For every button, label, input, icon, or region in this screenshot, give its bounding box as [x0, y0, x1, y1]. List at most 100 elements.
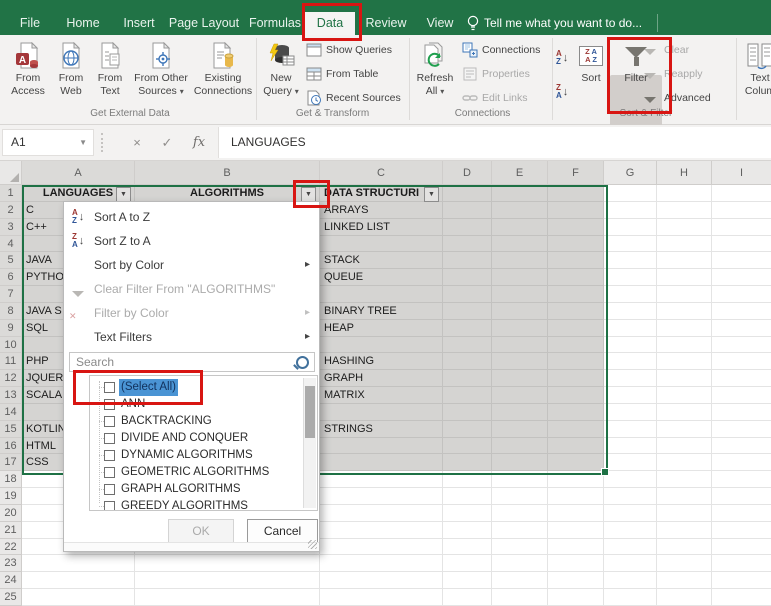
cell-H21[interactable]: [657, 521, 712, 539]
cell-F4[interactable]: [548, 235, 604, 253]
cell-F24[interactable]: [548, 572, 604, 590]
cell-G24[interactable]: [604, 572, 657, 590]
checkbox[interactable]: [104, 467, 115, 478]
cell-E16[interactable]: [492, 437, 548, 455]
cell-I1[interactable]: [712, 185, 771, 202]
cell-C7[interactable]: [320, 286, 443, 303]
cell-E15[interactable]: [492, 420, 548, 438]
cell-C14[interactable]: [320, 403, 443, 421]
cell-G18[interactable]: [604, 471, 657, 489]
cell-F1[interactable]: [548, 185, 604, 202]
cell-D20[interactable]: [443, 504, 492, 522]
column-header-D[interactable]: D: [443, 161, 492, 185]
filter-dropdown-button-B[interactable]: ▼: [301, 186, 316, 202]
cell-D5[interactable]: [443, 252, 492, 270]
cell-E5[interactable]: [492, 252, 548, 270]
cell-F17[interactable]: [548, 454, 604, 472]
cell-D4[interactable]: [443, 235, 492, 253]
cell-E17[interactable]: [492, 454, 548, 472]
cell-F25[interactable]: [548, 589, 604, 606]
cell-G5[interactable]: [604, 252, 657, 270]
cell-G4[interactable]: [604, 235, 657, 253]
cell-F15[interactable]: [548, 420, 604, 438]
cell-G17[interactable]: [604, 454, 657, 472]
cell-I6[interactable]: [712, 269, 771, 287]
row-header-19[interactable]: 19: [0, 488, 22, 505]
cell-C22[interactable]: [320, 538, 443, 556]
row-header-1[interactable]: 1: [0, 185, 22, 202]
fill-handle[interactable]: [601, 468, 609, 477]
cell-C16[interactable]: [320, 437, 443, 455]
cell-I24[interactable]: [712, 572, 771, 590]
cell-H12[interactable]: [657, 370, 712, 388]
cell-G3[interactable]: [604, 218, 657, 236]
cell-E1[interactable]: [492, 185, 548, 202]
cell-I13[interactable]: [712, 387, 771, 404]
checkbox[interactable]: [104, 433, 115, 444]
cell-G8[interactable]: [604, 302, 657, 320]
cell-D23[interactable]: [443, 555, 492, 573]
cell-F19[interactable]: [548, 488, 604, 505]
cell-D15[interactable]: [443, 420, 492, 438]
cell-D7[interactable]: [443, 286, 492, 303]
cell-H5[interactable]: [657, 252, 712, 270]
filter-list-item-5[interactable]: GEOMETRIC ALGORITHMS: [90, 464, 290, 481]
cell-H11[interactable]: [657, 353, 712, 371]
cell-D1[interactable]: [443, 185, 492, 202]
row-header-15[interactable]: 15: [0, 420, 22, 438]
cell-E7[interactable]: [492, 286, 548, 303]
menu-item-sort-z-to-a[interactable]: Z A ↓ Sort Z to A: [64, 229, 319, 253]
cell-A23[interactable]: [22, 555, 135, 573]
cell-I19[interactable]: [712, 488, 771, 505]
row-header-13[interactable]: 13: [0, 387, 22, 404]
filter-list-item-1[interactable]: ANN: [90, 396, 290, 413]
cell-A25[interactable]: [22, 589, 135, 606]
cell-I15[interactable]: [712, 420, 771, 438]
cell-E23[interactable]: [492, 555, 548, 573]
ok-button[interactable]: OK: [168, 519, 234, 543]
cell-H8[interactable]: [657, 302, 712, 320]
filter-dropdown-button-A[interactable]: ▼: [116, 186, 131, 202]
row-header-6[interactable]: 6: [0, 269, 22, 287]
list-scrollbar[interactable]: [303, 378, 316, 508]
cell-E10[interactable]: [492, 336, 548, 354]
cell-C10[interactable]: [320, 336, 443, 354]
cell-F8[interactable]: [548, 302, 604, 320]
menu-item-clear-filter[interactable]: ✕ Clear Filter From "ALGORITHMS": [64, 277, 319, 321]
row-header-12[interactable]: 12: [0, 370, 22, 388]
cell-C19[interactable]: [320, 488, 443, 505]
cell-D10[interactable]: [443, 336, 492, 354]
cell-H24[interactable]: [657, 572, 712, 590]
cell-C18[interactable]: [320, 471, 443, 489]
cell-E18[interactable]: [492, 471, 548, 489]
cell-G15[interactable]: [604, 420, 657, 438]
menu-item-filter-by-color[interactable]: Filter by Color ▸: [64, 301, 319, 325]
cell-F6[interactable]: [548, 269, 604, 287]
row-header-17[interactable]: 17: [0, 454, 22, 472]
column-header-I[interactable]: I: [712, 161, 771, 185]
cell-D16[interactable]: [443, 437, 492, 455]
cell-D3[interactable]: [443, 218, 492, 236]
cell-D21[interactable]: [443, 521, 492, 539]
cell-D12[interactable]: [443, 370, 492, 388]
cell-H20[interactable]: [657, 504, 712, 522]
checkbox[interactable]: [104, 416, 115, 427]
cell-H7[interactable]: [657, 286, 712, 303]
cell-I8[interactable]: [712, 302, 771, 320]
column-header-E[interactable]: E: [492, 161, 548, 185]
filter-list-item-2[interactable]: BACKTRACKING: [90, 413, 290, 430]
cell-I2[interactable]: [712, 201, 771, 219]
cell-E21[interactable]: [492, 521, 548, 539]
menu-item-text-filters[interactable]: Text Filters ▸: [64, 325, 319, 349]
cell-F11[interactable]: [548, 353, 604, 371]
cell-E12[interactable]: [492, 370, 548, 388]
row-header-16[interactable]: 16: [0, 437, 22, 455]
menu-item-sort-a-to-z[interactable]: A Z ↓ Sort A to Z: [64, 205, 319, 229]
row-header-2[interactable]: 2: [0, 201, 22, 219]
row-header-25[interactable]: 25: [0, 589, 22, 606]
cell-G1[interactable]: [604, 185, 657, 202]
cell-F16[interactable]: [548, 437, 604, 455]
cell-E11[interactable]: [492, 353, 548, 371]
cell-I3[interactable]: [712, 218, 771, 236]
filter-search-input[interactable]: [69, 352, 315, 372]
